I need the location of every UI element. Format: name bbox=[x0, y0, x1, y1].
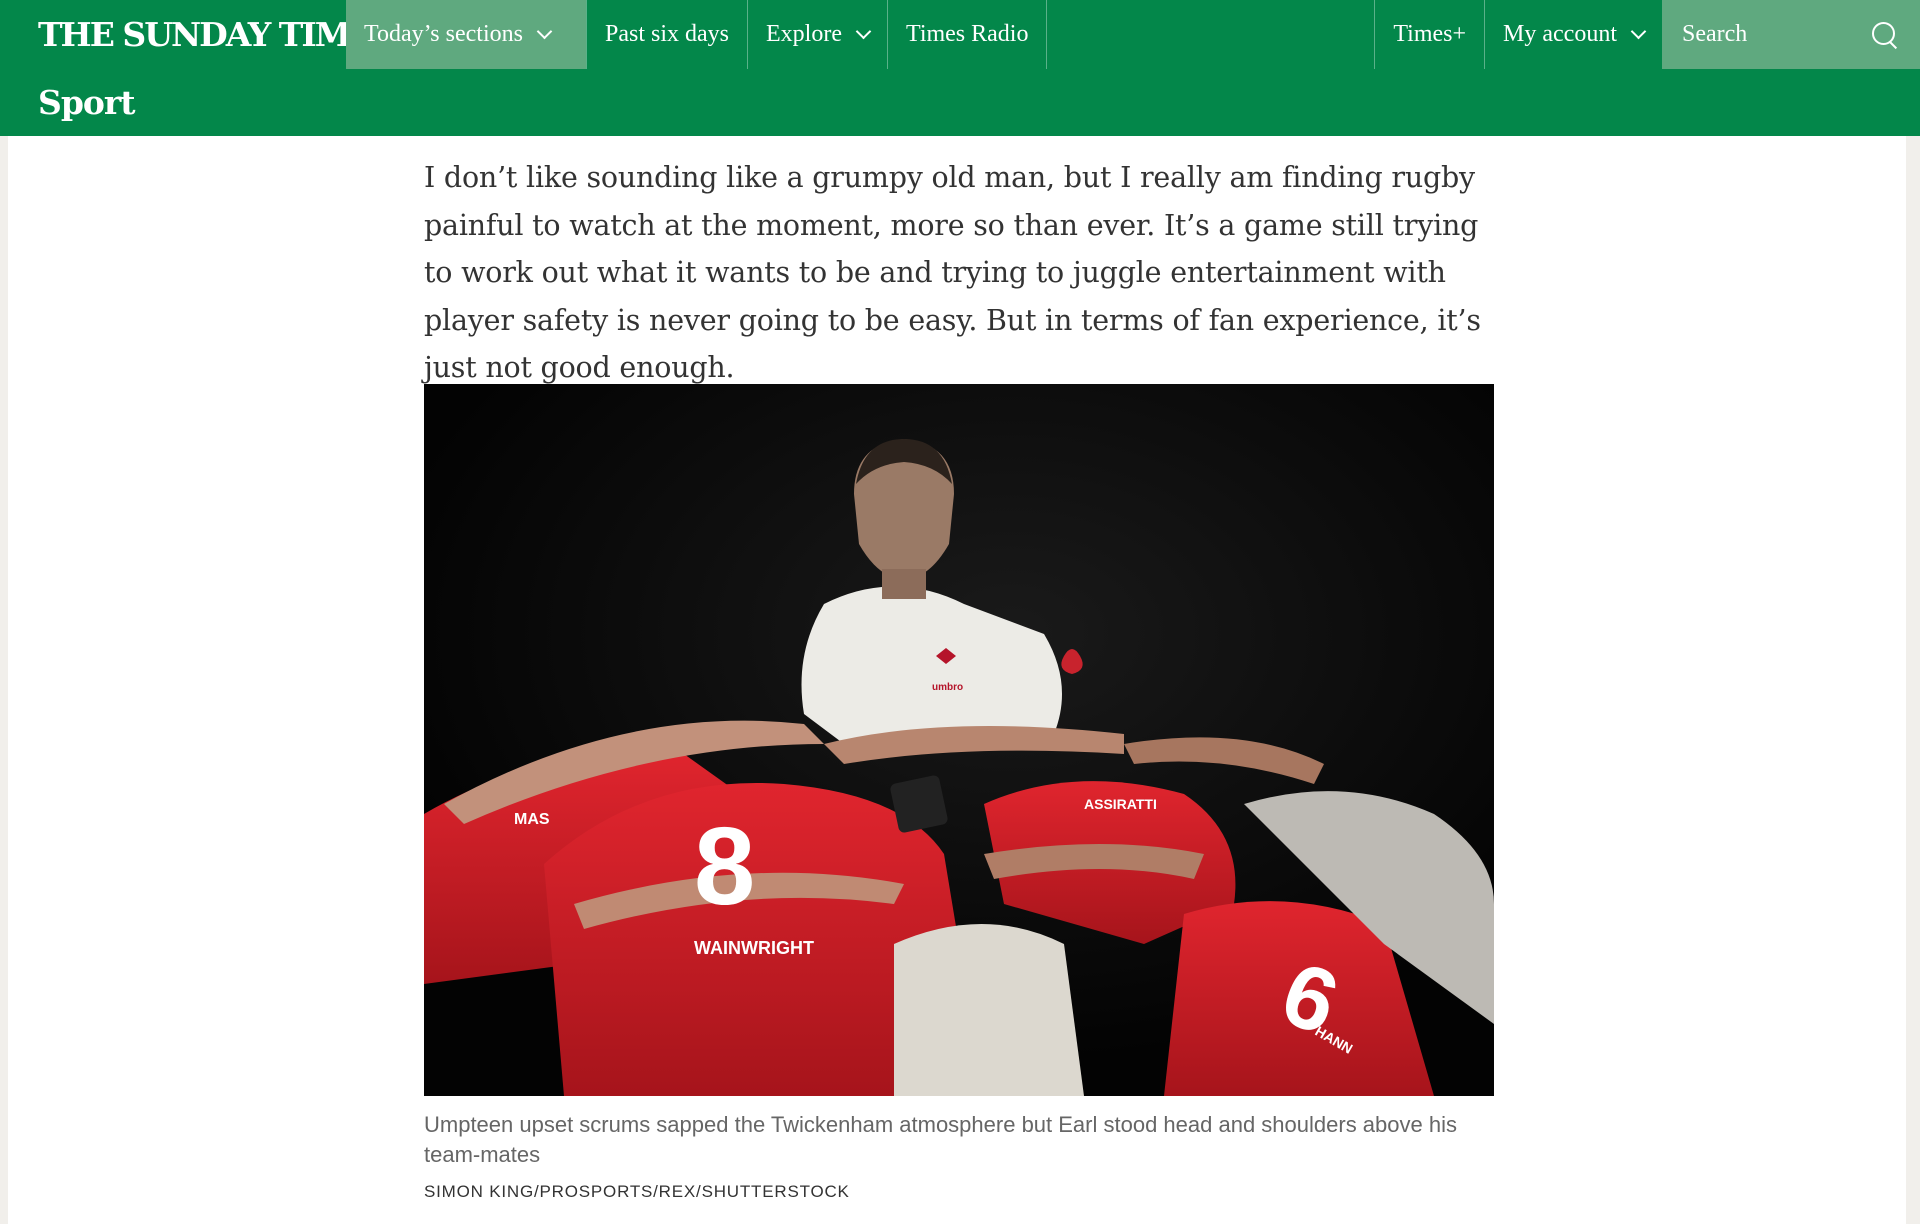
shirt-name-assiratti: ASSIRATTI bbox=[1084, 796, 1157, 812]
nav-todays-sections[interactable]: Today’s sections bbox=[346, 0, 586, 69]
nav-my-account-label: My account bbox=[1503, 21, 1617, 47]
nav-spacer bbox=[1046, 0, 1374, 69]
top-navigation: THE SUNDAY TIMES Today’s sections Past s… bbox=[0, 0, 1920, 69]
nav-times-radio-label: Times Radio bbox=[906, 21, 1029, 47]
article-body: I don’t like sounding like a grumpy old … bbox=[424, 136, 1494, 392]
search-icon[interactable] bbox=[1872, 21, 1898, 48]
chevron-down-icon bbox=[536, 23, 553, 40]
photo-caption: Umpteen upset scrums sapped the Twickenh… bbox=[424, 1112, 1457, 1167]
section-title[interactable]: Sport bbox=[38, 83, 136, 122]
section-bar: Sport bbox=[0, 69, 1920, 136]
nav-explore-label: Explore bbox=[766, 21, 842, 47]
nav-todays-sections-label: Today’s sections bbox=[364, 21, 523, 47]
chevron-down-icon bbox=[1630, 23, 1647, 40]
nav-times-plus-label: Times+ bbox=[1393, 21, 1467, 47]
search-box[interactable]: Search bbox=[1662, 0, 1920, 69]
chevron-down-icon bbox=[855, 23, 872, 40]
jersey-number-8: 8 bbox=[694, 805, 755, 928]
site-logo[interactable]: THE SUNDAY TIMES bbox=[0, 0, 396, 69]
nav-explore[interactable]: Explore bbox=[747, 0, 887, 69]
jersey-number-8-text: 8 bbox=[694, 805, 755, 928]
search-input[interactable]: Search bbox=[1682, 21, 1747, 48]
article-photo: 8 6 WAINWRIGHT MAS ASSIRATTI HANN umbro bbox=[424, 384, 1494, 1096]
nav-times-radio[interactable]: Times Radio bbox=[887, 0, 1046, 69]
nav-my-account[interactable]: My account bbox=[1484, 0, 1662, 69]
kit-brand-label: umbro bbox=[932, 682, 963, 693]
nav-past-six-days[interactable]: Past six days bbox=[586, 0, 747, 69]
shirt-name-mas: MAS bbox=[514, 811, 550, 828]
page-gutter-left bbox=[0, 136, 8, 1224]
nav-past-six-days-label: Past six days bbox=[605, 21, 730, 47]
shirt-name-wainwright: WAINWRIGHT bbox=[694, 938, 814, 958]
photo-credit: SIMON KING/PROSPORTS/REX/SHUTTERSTOCK bbox=[424, 1182, 850, 1201]
rugby-scrum-photo: 8 6 WAINWRIGHT MAS ASSIRATTI HANN umbro bbox=[424, 384, 1494, 1096]
nav-times-plus[interactable]: Times+ bbox=[1374, 0, 1484, 69]
page-gutter-right bbox=[1906, 136, 1920, 1224]
article-paragraph: I don’t like sounding like a grumpy old … bbox=[424, 161, 1481, 384]
